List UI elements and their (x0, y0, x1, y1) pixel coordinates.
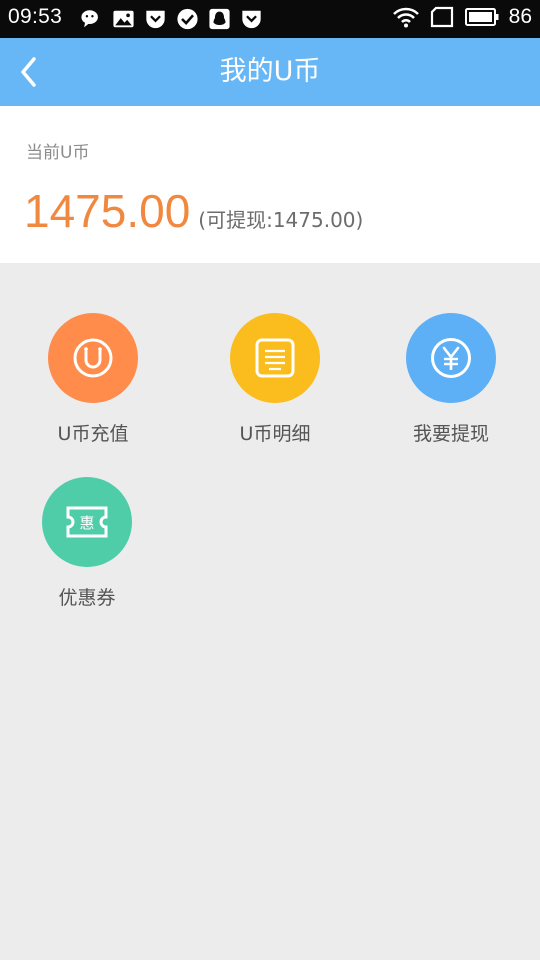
sim-icon (430, 6, 453, 28)
coupon-icon: 惠 (66, 506, 108, 538)
wifi-icon (392, 7, 419, 28)
balance-card: 当前U币 1475.00 (可提现:1475.00) (0, 106, 540, 263)
details-button[interactable]: U币明细 (200, 313, 350, 446)
check-icon (177, 8, 198, 30)
coupon-circle: 惠 (42, 477, 132, 567)
status-bar: 09:53 86 (0, 0, 540, 38)
pocket-icon (146, 10, 165, 29)
battery-icon (464, 8, 499, 26)
status-time: 09:53 (8, 5, 63, 28)
notification-icons (80, 8, 263, 30)
page-title: 我的U币 (219, 56, 321, 87)
image-icon (113, 10, 134, 28)
coupon-label: 优惠券 (58, 587, 116, 609)
system-status: 86 (392, 5, 532, 29)
chevron-left-icon (21, 57, 36, 87)
list-document-icon (255, 338, 295, 378)
pocket-icon (242, 10, 261, 29)
recharge-button[interactable]: U币充值 (18, 313, 168, 446)
yen-icon (431, 338, 471, 378)
back-button[interactable] (8, 50, 48, 94)
title-bar: 我的U币 (0, 38, 540, 106)
balance-label: 当前U币 (26, 143, 90, 163)
details-label: U币明细 (239, 423, 311, 445)
svg-text:惠: 惠 (79, 514, 94, 532)
balance-row: 1475.00 (可提现:1475.00) (24, 184, 363, 238)
wechat-icon (81, 10, 98, 28)
details-circle (230, 313, 320, 403)
withdraw-button[interactable]: 我要提现 (376, 313, 526, 446)
withdraw-label: 我要提现 (412, 423, 489, 445)
withdrawable-amount: (可提现:1475.00) (198, 208, 364, 232)
recharge-circle (48, 313, 138, 403)
battery-level: 86 (508, 5, 532, 28)
withdraw-circle (406, 313, 496, 403)
coupon-button[interactable]: 惠 优惠券 (12, 477, 162, 610)
recharge-label: U币充值 (57, 423, 129, 445)
qq-icon (209, 8, 230, 30)
balance-amount: 1475.00 (24, 185, 191, 237)
smile-u-icon (73, 338, 113, 378)
